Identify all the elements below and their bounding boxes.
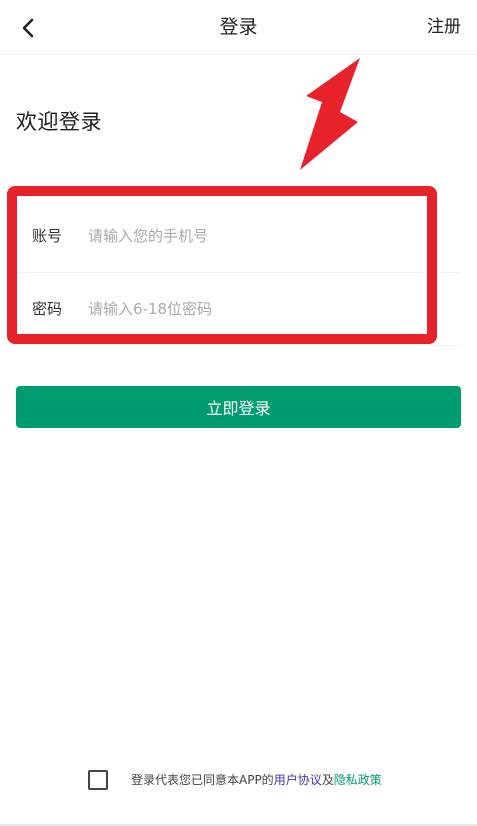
register-link[interactable]: 注册 [427,0,461,54]
welcome-heading: 欢迎登录 [16,110,102,134]
back-button[interactable] [12,12,44,44]
annotation-arrow-icon [300,58,360,170]
password-label: 密码 [32,300,63,318]
page-title: 登录 [219,16,258,38]
agreement-prefix: 登录代表您已同意本APP的 [131,773,274,787]
agreement-connector: 及 [321,773,334,787]
privacy-policy-link[interactable]: 隐私政策 [334,773,382,787]
login-button[interactable]: 立即登录 [16,386,461,428]
login-page: 登录 注册 欢迎登录 账号 密码 立即登录 登录代表您已同意本APP的用户协议及… [0,0,477,826]
login-form: 账号 密码 [16,200,461,346]
account-input[interactable] [88,218,438,254]
password-row: 密码 [16,273,461,346]
account-row: 账号 [16,200,461,273]
agreement-text: 登录代表您已同意本APP的用户协议及隐私政策 [131,770,382,790]
agreement-checkbox[interactable] [88,770,108,790]
nav-bar: 登录 注册 [0,0,477,55]
chevron-left-icon [22,18,34,38]
password-input[interactable] [88,291,438,327]
user-agreement-link[interactable]: 用户协议 [274,773,322,787]
account-label: 账号 [32,227,63,245]
agreement-bar: 登录代表您已同意本APP的用户协议及隐私政策 [0,766,477,794]
